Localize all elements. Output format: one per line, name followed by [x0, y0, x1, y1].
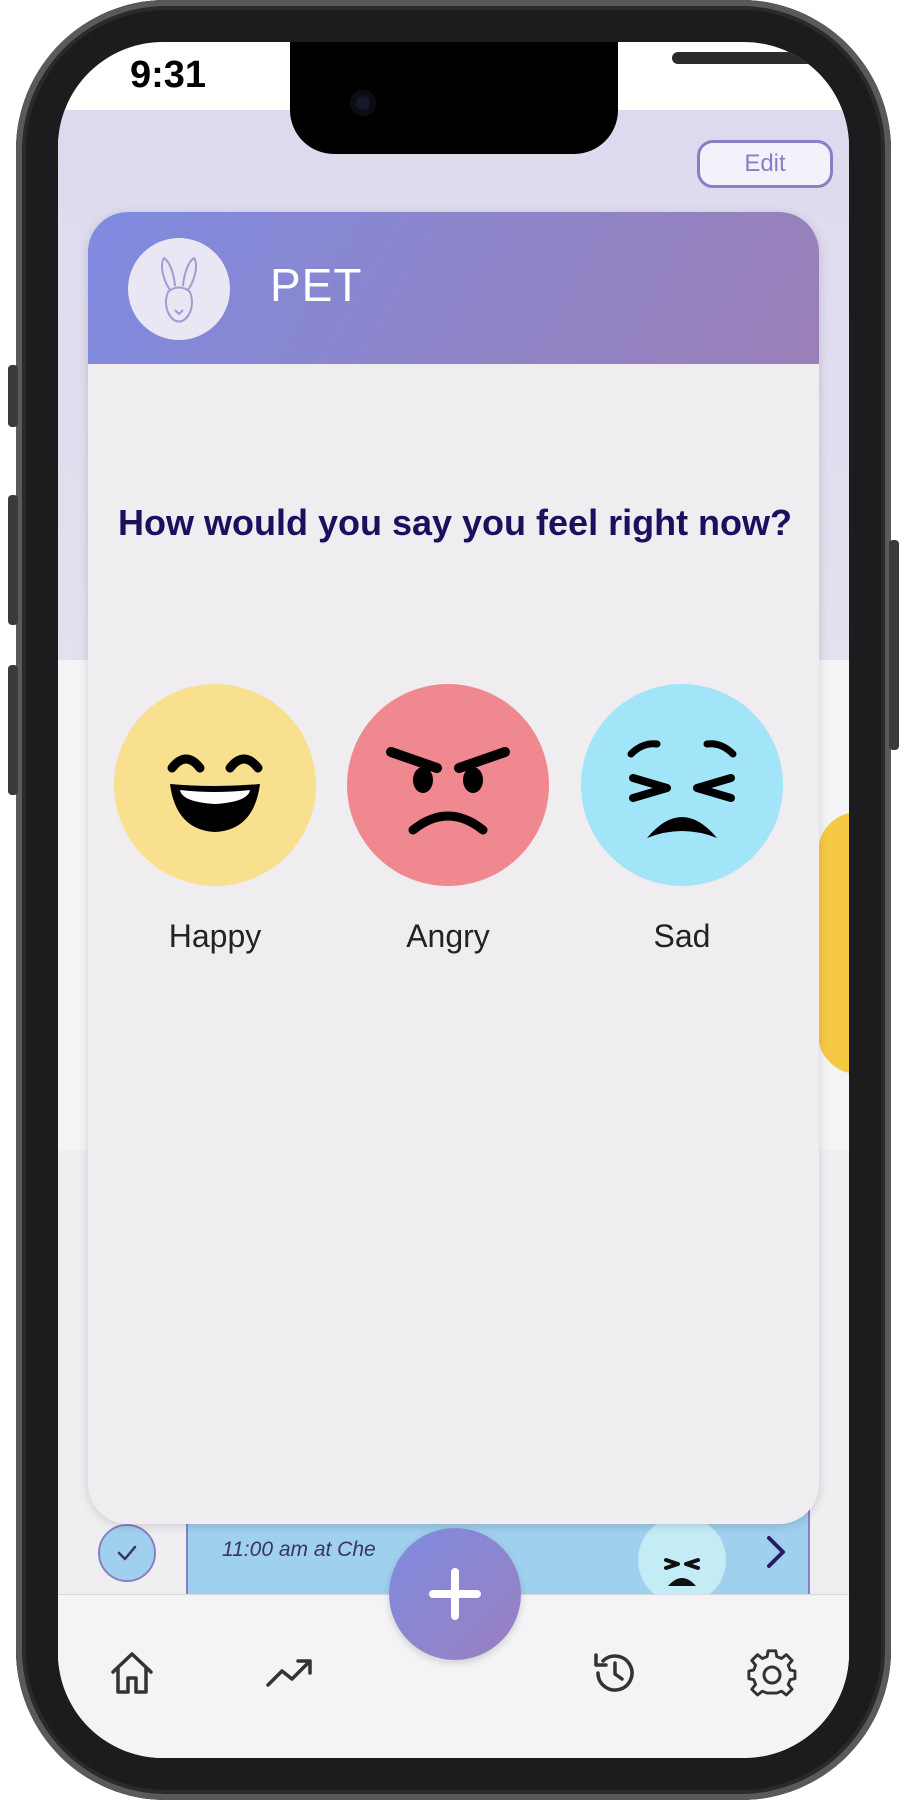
trending-icon[interactable] [262, 1645, 318, 1701]
history-entry-text: 11:00 am at Che [222, 1538, 376, 1561]
persevering-face-icon [638, 1516, 726, 1604]
mood-label-happy: Happy [168, 918, 262, 954]
modal-header: PET [88, 212, 819, 364]
mood-option-happy[interactable]: Happy [114, 684, 316, 955]
mood-option-sad[interactable]: Sad [581, 684, 783, 955]
mood-option-angry[interactable]: Angry [347, 684, 549, 955]
power-button [889, 540, 899, 750]
settings-icon[interactable] [744, 1645, 800, 1701]
background-mood-card[interactable] [818, 812, 849, 1074]
entry-check-button[interactable] [98, 1524, 156, 1582]
grinning-face-icon [114, 684, 316, 886]
phone-screen: 9:31 Edit 11:00 am at Che PET How would … [58, 42, 849, 1758]
volume-up-button [8, 495, 18, 625]
rabbit-icon [161, 256, 197, 323]
check-icon [117, 1545, 137, 1561]
avatar [128, 238, 230, 340]
mood-label-angry: Angry [406, 918, 490, 954]
speaker [672, 52, 816, 64]
persevering-face-icon [581, 684, 783, 886]
silent-switch [8, 365, 18, 427]
mood-question: How would you say you feel right now? [118, 502, 793, 543]
front-camera [350, 90, 376, 116]
home-icon[interactable] [104, 1645, 160, 1701]
edit-button[interactable]: Edit [697, 140, 833, 188]
status-time: 9:31 [130, 54, 207, 96]
mood-picker-modal: PET How would you say you feel right now… [88, 212, 819, 1524]
mood-label-sad: Sad [653, 918, 711, 954]
history-icon[interactable] [586, 1645, 642, 1701]
add-button[interactable] [389, 1528, 521, 1660]
modal-title: PET [270, 259, 363, 311]
notch [290, 42, 816, 154]
angry-face-icon [347, 684, 549, 886]
volume-down-button [8, 665, 18, 795]
add-icon [429, 1568, 481, 1620]
chevron-right-icon[interactable] [764, 1534, 788, 1579]
